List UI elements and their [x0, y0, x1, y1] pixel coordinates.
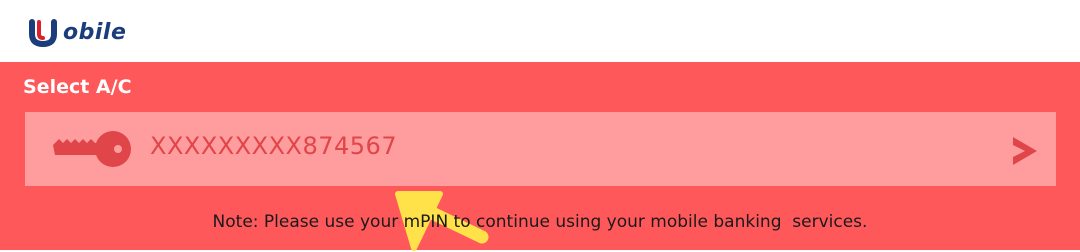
- mpin-note: Note: Please use your mPIN to continue u…: [212, 212, 868, 232]
- account-selector-row[interactable]: XXXXXXXXX874567: [25, 112, 1056, 186]
- key-icon: [53, 131, 131, 167]
- app-header: obile: [0, 0, 1080, 62]
- umobile-logo: obile: [28, 14, 126, 50]
- section-title: Select A/C: [23, 76, 132, 98]
- account-selection-panel: Select A/C XXXXXXXXX874567 Note: Please …: [0, 62, 1080, 251]
- u-logo-mark-icon: [29, 19, 57, 47]
- account-number: XXXXXXXXX874567: [150, 132, 398, 160]
- chevron-right-icon[interactable]: [1007, 134, 1041, 168]
- logo-wordmark: obile: [63, 19, 127, 45]
